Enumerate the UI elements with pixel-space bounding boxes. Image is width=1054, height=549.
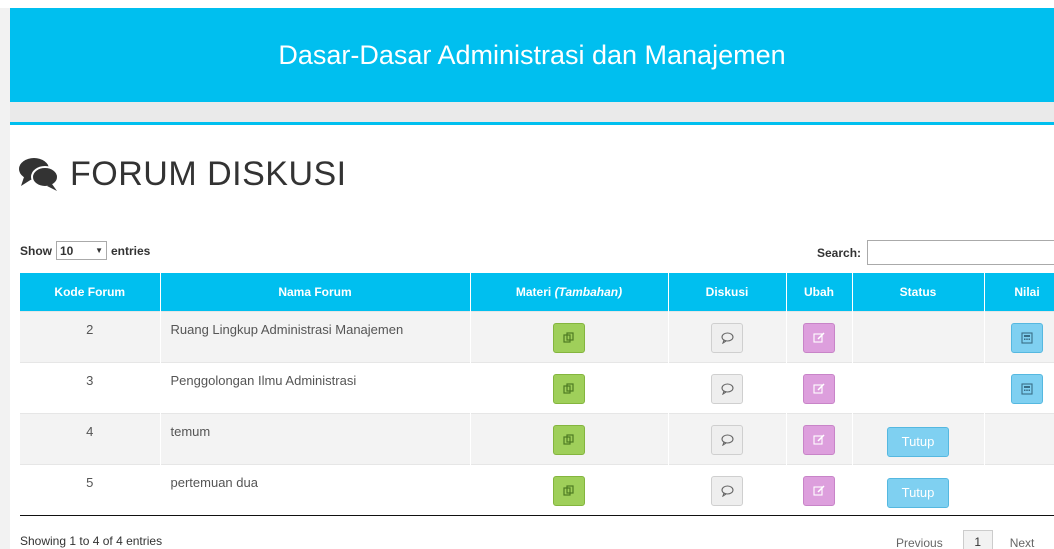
materi-cell [470,463,669,516]
kode-forum-cell: 2 [20,310,161,362]
kode-forum-cell: 3 [20,361,161,413]
status-cell: Tutup [852,412,985,464]
materi-button[interactable] [553,322,585,353]
nilai-button[interactable] [1011,322,1043,353]
comments-icon [19,158,59,191]
header-materi[interactable]: Materi (Tambahan) [470,273,669,311]
header-nama-forum[interactable]: Nama Forum [160,273,471,311]
ubah-cell [786,361,853,413]
search-control: Search: [817,240,1054,265]
status-cell: Tutup [852,463,985,516]
table-row: 2 Ruang Lingkup Administrasi Manajemen [20,310,1054,362]
tutup-button[interactable]: Tutup [887,477,949,508]
page-heading: FORUM DISKUSI [18,152,347,196]
ubah-cell [786,412,853,464]
search-input[interactable] [867,240,1054,265]
diskusi-cell [668,361,787,413]
diskusi-button[interactable] [711,424,743,455]
chevron-down-icon: ▼ [95,246,103,255]
materi-cell [470,361,669,413]
nama-forum-cell: temum [160,412,471,464]
diskusi-cell [668,463,787,516]
header-kode-forum[interactable]: Kode Forum [20,273,161,311]
table-row: 5 pertemuan dua Tutup [20,463,1054,516]
nama-forum-cell: Ruang Lingkup Administrasi Manajemen [160,310,471,362]
materi-button[interactable] [553,424,585,455]
materi-cell [470,310,669,362]
ubah-button[interactable] [803,475,835,506]
kode-forum-cell: 5 [20,463,161,516]
materi-cell [470,412,669,464]
nilai-button[interactable] [1011,373,1043,404]
ubah-button[interactable] [803,322,835,353]
nilai-cell [984,361,1054,413]
show-label: Show [20,243,52,258]
nilai-cell [984,310,1054,362]
nilai-cell [984,463,1054,516]
divider-line [10,122,1054,125]
course-banner: Dasar-Dasar Administrasi dan Manajemen [10,8,1054,102]
diskusi-button[interactable] [711,373,743,404]
table-row: 4 temum Tutup [20,412,1054,464]
ubah-button[interactable] [803,424,835,455]
course-title: Dasar-Dasar Administrasi dan Manajemen [278,39,786,70]
ubah-cell [786,310,853,362]
search-label: Search: [817,245,862,260]
materi-button[interactable] [553,475,585,506]
header-materi-em: (Tambahan) [554,284,623,299]
entries-length-control: Show 10 ▼ entries [20,241,150,260]
kode-forum-cell: 4 [20,412,161,464]
pagination: Previous 1 Next [896,527,1034,549]
page-1-button[interactable]: 1 [962,530,993,549]
diskusi-cell [668,412,787,464]
status-cell [852,310,985,362]
status-cell [852,361,985,413]
header-ubah[interactable]: Ubah [786,273,853,311]
diskusi-button[interactable] [711,475,743,506]
nama-forum-cell: Penggolongan Ilmu Administrasi [160,361,471,413]
previous-button[interactable]: Previous [896,536,943,549]
ubah-button[interactable] [803,373,835,404]
nama-forum-cell: pertemuan dua [160,463,471,516]
entries-select[interactable]: 10 ▼ [56,241,107,260]
forum-table: Kode Forum Nama Forum Materi (Tambahan) … [20,273,1054,516]
table-header-row: Kode Forum Nama Forum Materi (Tambahan) … [20,273,1054,311]
header-nilai[interactable]: Nilai [984,273,1054,311]
page-title: FORUM DISKUSI [70,154,347,193]
header-status[interactable]: Status [852,273,985,311]
diskusi-cell [668,310,787,362]
nilai-cell [984,412,1054,464]
ubah-cell [786,463,853,516]
materi-button[interactable] [553,373,585,404]
left-edge-strip [0,8,10,549]
sub-bar [10,102,1054,122]
header-diskusi[interactable]: Diskusi [668,273,787,311]
table-row: 3 Penggolongan Ilmu Administrasi [20,361,1054,413]
entries-select-value: 10 [60,243,74,258]
header-materi-label: Materi [515,284,552,299]
table-info: Showing 1 to 4 of 4 entries [20,534,163,548]
tutup-button[interactable]: Tutup [887,426,949,457]
diskusi-button[interactable] [711,322,743,353]
next-button[interactable]: Next [1010,536,1035,549]
entries-label: entries [111,243,151,258]
